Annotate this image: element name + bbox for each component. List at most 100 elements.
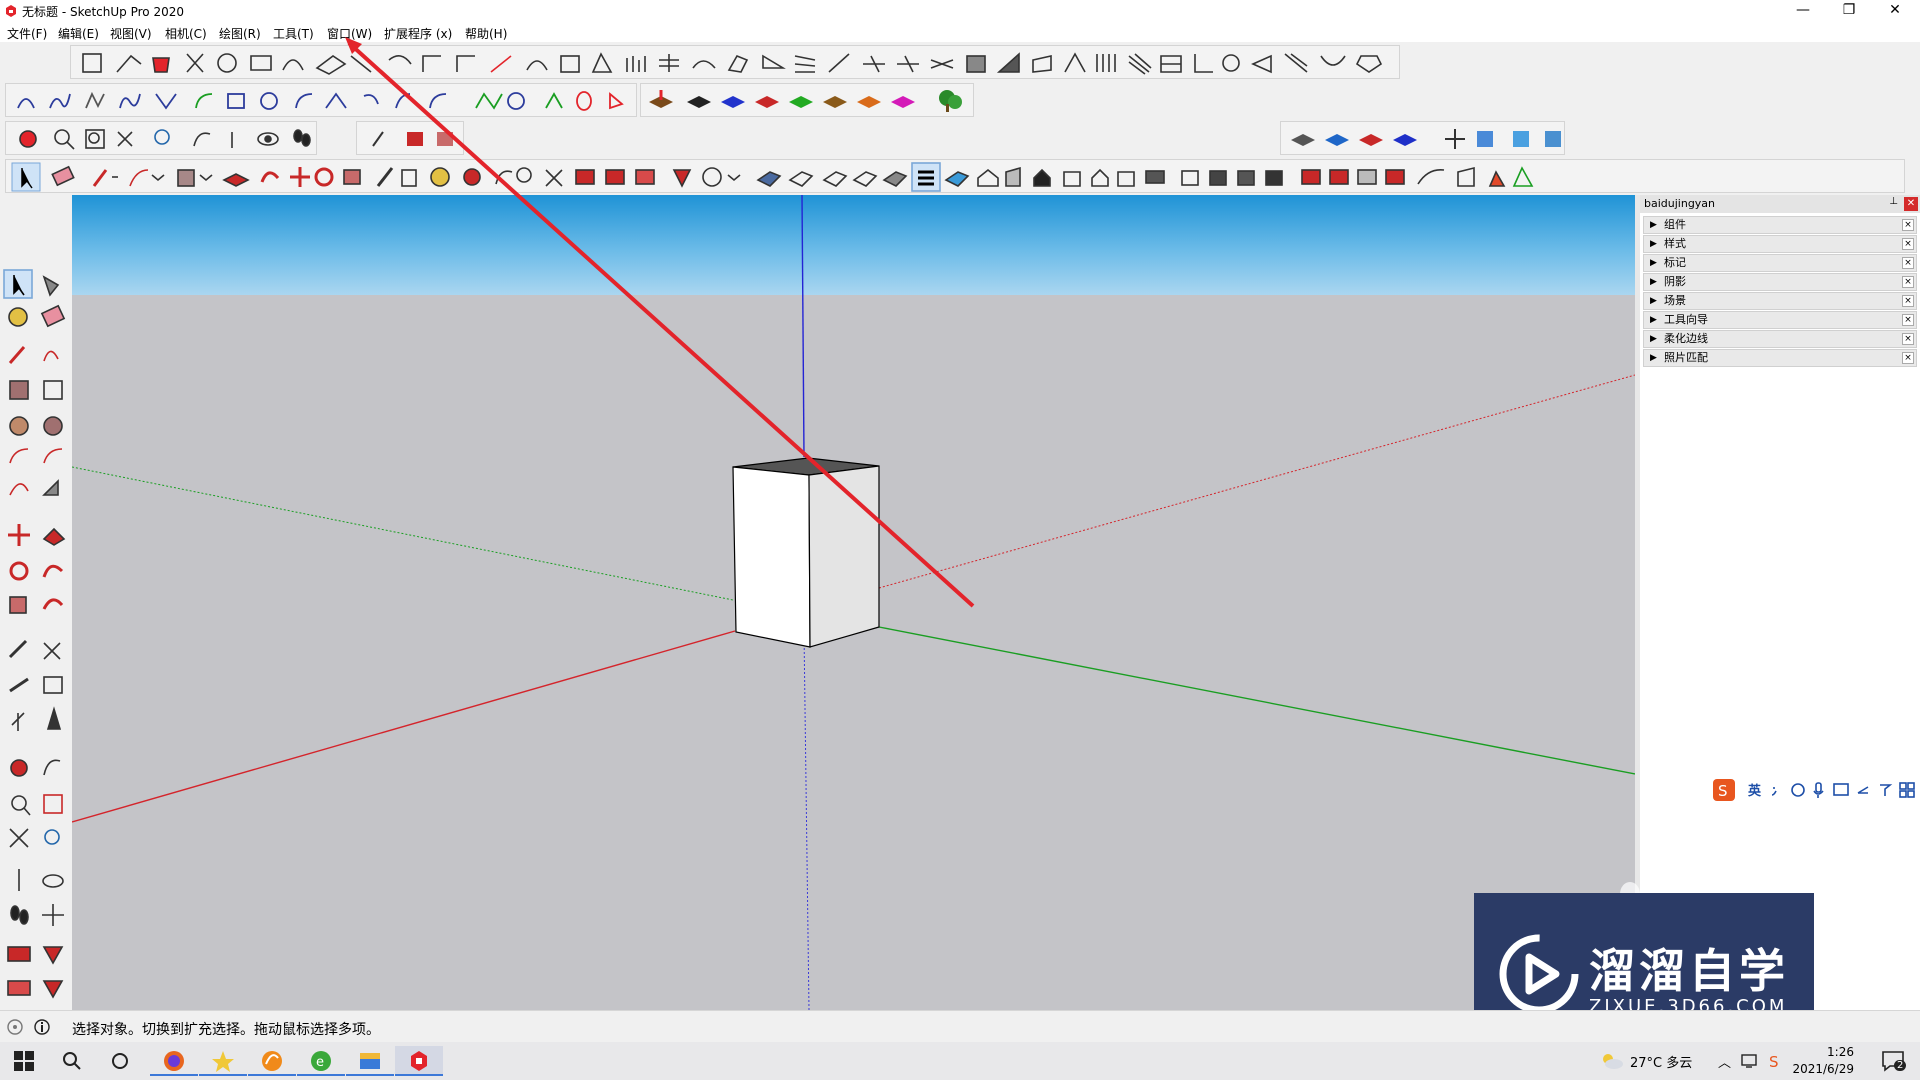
menu-extensions[interactable]: 扩展程序 (x) [384, 25, 452, 42]
pin-icon[interactable]: ⊥ [1889, 196, 1898, 207]
view-tool-icons[interactable] [1281, 122, 1566, 156]
sketchup-logo-icon [6, 5, 16, 17]
star-app-icon [212, 1051, 234, 1072]
sketchup-icon [411, 1051, 427, 1071]
network-icon[interactable] [1740, 1052, 1758, 1070]
toolbar-row-3 [0, 119, 1920, 157]
panel-tags[interactable]: ▶ 标记 × [1643, 254, 1917, 272]
panel-label: 照片匹配 [1664, 351, 1708, 364]
windows-start-icon[interactable] [12, 1049, 36, 1073]
camera-tool-icons[interactable] [6, 122, 318, 156]
toolbar-row-1 [0, 43, 1920, 81]
expand-arrow-icon: ▶ [1650, 239, 1657, 249]
green-axis [878, 626, 1635, 775]
menu-view[interactable]: 视图(V) [110, 25, 152, 42]
panel-close-icon[interactable]: × [1902, 219, 1914, 231]
weather-text[interactable]: 27°C 多云 [1630, 1052, 1692, 1071]
panel-styles[interactable]: ▶ 样式 × [1643, 235, 1917, 253]
play-logo-icon [1499, 934, 1579, 1014]
large-toolset-icons[interactable] [6, 160, 1906, 194]
watermark-title: 溜溜自学 [1589, 944, 1789, 998]
taskbar-ie[interactable]: e [297, 1046, 345, 1076]
drawing-viewport[interactable] [72, 195, 1635, 1010]
toolbar-views [1280, 121, 1565, 155]
ime-lang-indicator[interactable]: 英 [1748, 780, 1761, 799]
windows-taskbar: e 27°C 多云 ︿ S 1:26 2021/6/29 2 [0, 1042, 1920, 1080]
toolbar-row-2 [0, 81, 1920, 119]
panel-close-icon[interactable]: × [1902, 352, 1914, 364]
panel-close-icon[interactable]: × [1902, 238, 1914, 250]
clock-time: 1:26 [1827, 1045, 1854, 1059]
blue-axis [801, 195, 805, 458]
toolbar-push-pull-tools [640, 83, 974, 117]
menu-file[interactable]: 文件(F) [7, 25, 47, 42]
panel-match-photo[interactable]: ▶ 照片匹配 × [1643, 349, 1917, 367]
taskbar-sketchup[interactable] [395, 1046, 443, 1076]
toolbar-section [356, 121, 464, 155]
firefox-icon [164, 1051, 184, 1071]
geo-location-icon[interactable] [6, 1018, 24, 1036]
expand-arrow-icon: ▶ [1650, 353, 1657, 363]
panel-label: 场景 [1664, 294, 1686, 307]
svg-text:e: e [316, 1055, 324, 1070]
menu-bar: 文件(F) 编辑(E) 视图(V) 相机(C) 绘图(R) 工具(T) 窗口(W… [0, 22, 1920, 42]
ime-tool-icons[interactable] [1768, 779, 1918, 801]
sogou-tray-icon[interactable]: S [1766, 1052, 1784, 1070]
panel-label: 组件 [1664, 218, 1686, 231]
box-model[interactable] [732, 457, 880, 648]
expand-arrow-icon: ▶ [1650, 220, 1657, 230]
panel-label: 标记 [1664, 256, 1686, 269]
ime-toolbar[interactable]: S 英 [1710, 777, 1920, 803]
toolbar-row-4 [0, 157, 1920, 195]
menu-help[interactable]: 帮助(H) [465, 25, 507, 42]
taskbar-browser[interactable] [248, 1046, 296, 1076]
taskbar-app-star[interactable] [199, 1046, 247, 1076]
restore-button[interactable]: ❐ [1826, 0, 1872, 22]
left-tool-icons[interactable] [0, 195, 72, 1010]
panel-close-icon[interactable]: × [1902, 314, 1914, 326]
curve-tool-icons[interactable] [6, 84, 638, 118]
panel-close-icon[interactable]: × [1902, 295, 1914, 307]
toolbar-extension-tools [70, 45, 1400, 79]
scene-canvas[interactable] [72, 195, 1635, 1010]
panel-close-icon[interactable]: × [1902, 333, 1914, 345]
sogou-icon[interactable]: S [1712, 778, 1736, 802]
green-axis-hidden [72, 466, 734, 601]
ie-icon: e [311, 1051, 331, 1071]
panel-scenes[interactable]: ▶ 场景 × [1643, 292, 1917, 310]
minimize-button[interactable]: — [1780, 0, 1826, 22]
panel-components[interactable]: ▶ 组件 × [1643, 216, 1917, 234]
default-tray: baidujingyan ⊥ ✕ ▶ 组件 × ▶ 样式 × ▶ 标记 × ▶ … [1640, 195, 1920, 1010]
menu-tools[interactable]: 工具(T) [273, 25, 314, 42]
tray-close-button[interactable]: ✕ [1904, 197, 1918, 211]
panel-close-icon[interactable]: × [1902, 276, 1914, 288]
info-icon[interactable] [33, 1018, 51, 1036]
task-view-icon[interactable] [108, 1049, 132, 1073]
section-tool-icons[interactable] [357, 122, 465, 156]
red-axis [72, 630, 736, 823]
status-bar: 选择对象。切换到扩充选择。拖动鼠标选择多项。 [0, 1010, 1920, 1042]
taskbar-file-explorer[interactable] [346, 1046, 394, 1076]
expand-arrow-icon: ▶ [1650, 258, 1657, 268]
panel-close-icon[interactable]: × [1902, 257, 1914, 269]
menu-draw[interactable]: 绘图(R) [219, 25, 261, 42]
pushpull-tool-icons[interactable] [641, 84, 975, 118]
panel-shadows[interactable]: ▶ 阴影 × [1643, 273, 1917, 291]
blue-axis-hidden [803, 631, 810, 1010]
close-button[interactable]: ✕ [1872, 0, 1918, 22]
extension-tool-icons[interactable] [71, 46, 1401, 80]
menu-window[interactable]: 窗口(W) [327, 25, 372, 42]
panel-instructor[interactable]: ▶ 工具向导 × [1643, 311, 1917, 329]
search-icon[interactable] [60, 1049, 84, 1073]
panel-label: 柔化边线 [1664, 332, 1708, 345]
taskbar-clock[interactable]: 1:26 2021/6/29 [1790, 1044, 1854, 1078]
panel-soften-edges[interactable]: ▶ 柔化边线 × [1643, 330, 1917, 348]
window-title: 无标题 - SketchUp Pro 2020 [22, 5, 184, 19]
tray-chevron-up-icon[interactable]: ︿ [1718, 1052, 1731, 1071]
expand-arrow-icon: ▶ [1650, 277, 1657, 287]
taskbar-firefox[interactable] [150, 1046, 198, 1076]
toolbar-large-toolset [5, 159, 1905, 193]
menu-camera[interactable]: 相机(C) [165, 25, 207, 42]
red-axis-hidden [878, 374, 1635, 589]
menu-edit[interactable]: 编辑(E) [58, 25, 99, 42]
